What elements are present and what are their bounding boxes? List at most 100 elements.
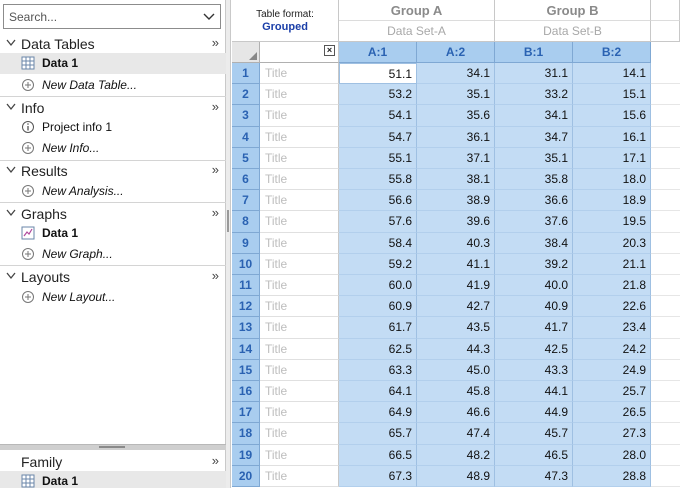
row-title-cell[interactable]: Title [260,84,339,106]
table-row[interactable]: 9 Title 58.4 40.3 38.4 20.3 [232,232,680,254]
select-all-corner[interactable] [232,42,260,63]
chevron-down-icon[interactable] [202,9,216,23]
row-number[interactable]: 10 [232,253,260,275]
data-cell[interactable]: 44.3 [417,338,495,360]
row-number[interactable]: 5 [232,147,260,169]
row-title-cell[interactable]: Title [260,126,339,148]
row-number[interactable]: 11 [232,275,260,297]
data-cell[interactable]: 60.0 [339,275,417,297]
empty-cell[interactable] [651,296,680,318]
nav-item-new-analysis[interactable]: New Analysis... [0,181,226,202]
table-row[interactable]: 7 Title 56.6 38.9 36.6 18.9 [232,190,680,212]
data-cell[interactable]: 16.1 [573,126,651,148]
data-cell[interactable]: 27.3 [573,423,651,445]
empty-cell[interactable] [651,105,680,127]
table-row[interactable]: 17 Title 64.9 46.6 44.9 26.5 [232,402,680,424]
row-number[interactable]: 18 [232,423,260,445]
row-number[interactable]: 1 [232,63,260,85]
row-title-cell[interactable]: Title [260,253,339,275]
empty-cell[interactable] [651,211,680,233]
data-cell[interactable]: 28.8 [573,465,651,487]
section-expand-button[interactable]: » [212,268,219,283]
row-number[interactable]: 6 [232,169,260,191]
section-layouts[interactable]: Layouts » [0,266,226,287]
data-cell[interactable]: 28.0 [573,444,651,466]
table-row[interactable]: 3 Title 54.1 35.6 34.1 15.6 [232,105,680,127]
data-cell[interactable]: 34.7 [495,126,573,148]
data-cell[interactable]: 34.1 [495,105,573,127]
data-cell[interactable]: 38.4 [495,232,573,254]
panel-splitter[interactable] [0,444,226,450]
row-number[interactable]: 14 [232,338,260,360]
collapse-triangle-icon[interactable] [6,272,16,280]
empty-cell[interactable] [651,317,680,339]
table-row[interactable]: 19 Title 66.5 48.2 46.5 28.0 [232,444,680,466]
group-a-title[interactable]: Group A [339,0,495,21]
row-title-cell[interactable]: Title [260,63,339,85]
data-cell[interactable]: 39.6 [417,211,495,233]
splitter-grip[interactable] [99,446,125,448]
data-cell[interactable]: 48.9 [417,465,495,487]
empty-cell[interactable] [651,423,680,445]
section-graphs[interactable]: Graphs » [0,203,226,224]
data-cell[interactable]: 54.1 [339,105,417,127]
row-title-cell[interactable]: Title [260,402,339,424]
vertical-splitter[interactable] [226,0,231,488]
row-number[interactable]: 2 [232,84,260,106]
empty-cell[interactable] [651,465,680,487]
data-cell[interactable]: 44.1 [495,381,573,403]
nav-item-project-info-1[interactable]: Project info 1 [0,117,226,138]
column-header-b1[interactable]: B:1 [495,42,573,63]
data-cell[interactable]: 34.1 [417,63,495,85]
row-number[interactable]: 20 [232,465,260,487]
data-cell[interactable]: 43.3 [495,359,573,381]
data-cell[interactable]: 67.3 [339,465,417,487]
data-cell[interactable]: 24.2 [573,338,651,360]
empty-cell[interactable] [651,232,680,254]
data-cell[interactable]: 54.7 [339,126,417,148]
nav-item-new-layout[interactable]: New Layout... [0,287,226,308]
column-header-a2[interactable]: A:2 [417,42,495,63]
data-cell[interactable]: 44.9 [495,402,573,424]
row-title-cell[interactable]: Title [260,381,339,403]
data-cell[interactable]: 56.6 [339,190,417,212]
data-cell[interactable]: 48.2 [417,444,495,466]
data-cell[interactable]: 35.8 [495,169,573,191]
data-cell[interactable]: 53.2 [339,84,417,106]
data-cell[interactable]: 18.9 [573,190,651,212]
data-cell[interactable]: 40.0 [495,275,573,297]
data-cell[interactable]: 35.6 [417,105,495,127]
table-row[interactable]: 5 Title 55.1 37.1 35.1 17.1 [232,147,680,169]
row-title-cell[interactable]: Title [260,169,339,191]
table-row[interactable]: 12 Title 60.9 42.7 40.9 22.6 [232,296,680,318]
empty-cell[interactable] [651,338,680,360]
data-cell[interactable]: 21.8 [573,275,651,297]
empty-cell[interactable] [651,147,680,169]
section-info[interactable]: Info » [0,97,226,118]
nav-item-new-data-table[interactable]: New Data Table... [0,75,226,96]
data-cell[interactable]: 18.0 [573,169,651,191]
data-cell[interactable]: 62.5 [339,338,417,360]
data-cell[interactable]: 39.2 [495,253,573,275]
data-cell[interactable]: 45.0 [417,359,495,381]
data-cell[interactable]: 21.1 [573,253,651,275]
table-row[interactable]: 4 Title 54.7 36.1 34.7 16.1 [232,126,680,148]
row-number[interactable]: 19 [232,444,260,466]
section-expand-button[interactable]: » [212,35,219,50]
data-cell[interactable]: 55.8 [339,169,417,191]
data-cell[interactable]: 37.6 [495,211,573,233]
row-title-cell[interactable]: Title [260,465,339,487]
data-cell[interactable]: 43.5 [417,317,495,339]
table-row[interactable]: 20 Title 67.3 48.9 47.3 28.8 [232,465,680,487]
data-cell[interactable]: 63.3 [339,359,417,381]
group-c-title[interactable] [651,0,680,21]
row-title-cell[interactable]: Title [260,211,339,233]
data-cell[interactable]: 24.9 [573,359,651,381]
data-cell[interactable]: 41.9 [417,275,495,297]
data-cell[interactable]: 17.1 [573,147,651,169]
section-expand-button[interactable]: » [212,99,219,114]
data-sheet[interactable]: Table format: Grouped Group A Group B Da… [232,0,680,488]
row-title-cell[interactable]: Title [260,105,339,127]
table-format-box[interactable]: Table format: Grouped [232,0,339,42]
splitter-grip[interactable] [227,210,229,232]
